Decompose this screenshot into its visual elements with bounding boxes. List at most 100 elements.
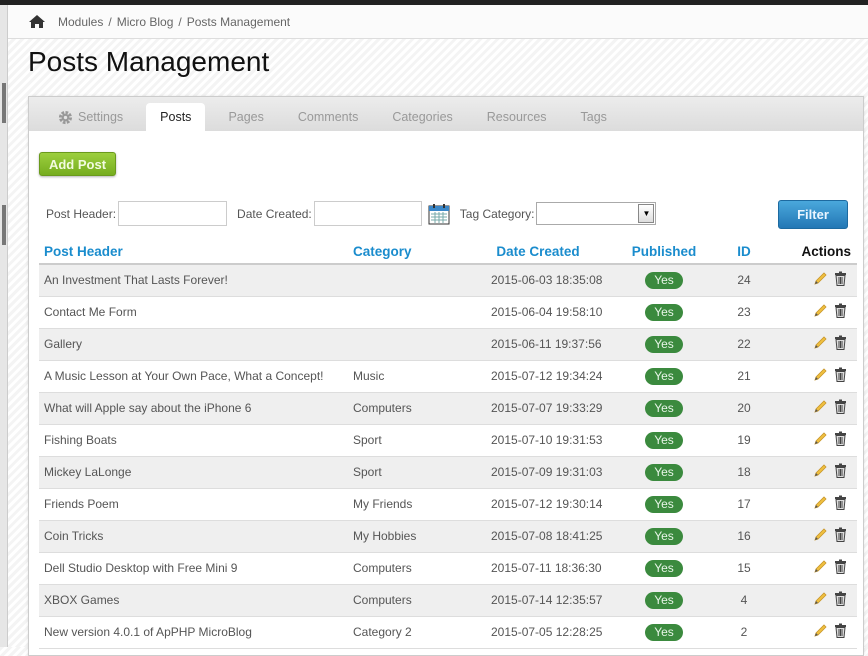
trash-icon[interactable] bbox=[834, 463, 847, 481]
published-badge[interactable]: Yes bbox=[645, 431, 683, 449]
column-header-date-created[interactable]: Date Created bbox=[463, 240, 613, 265]
calendar-icon[interactable] bbox=[428, 203, 450, 225]
edit-icon[interactable] bbox=[813, 431, 828, 449]
date-created-cell: 2015-07-09 19:31:03 bbox=[463, 456, 613, 489]
trash-icon[interactable] bbox=[834, 399, 847, 417]
home-icon[interactable] bbox=[28, 14, 46, 29]
id-cell: 23 bbox=[715, 296, 773, 329]
trash-icon[interactable] bbox=[834, 591, 847, 609]
tab-resources[interactable]: Resources bbox=[470, 103, 564, 131]
post-header-cell: Coin Tricks bbox=[39, 520, 353, 553]
breadcrumb-modules[interactable]: Modules bbox=[58, 15, 103, 29]
category-cell: My Friends bbox=[353, 488, 463, 521]
tag-category-select[interactable]: ▼ bbox=[536, 202, 657, 225]
column-header-id[interactable]: ID bbox=[715, 240, 773, 265]
edit-icon[interactable] bbox=[813, 591, 828, 609]
post-header-input[interactable] bbox=[118, 201, 228, 226]
trash-icon[interactable] bbox=[834, 559, 847, 577]
date-created-cell: 2015-07-08 18:41:25 bbox=[463, 520, 613, 553]
trash-icon[interactable] bbox=[834, 335, 847, 353]
tab-comments[interactable]: Comments bbox=[281, 103, 375, 131]
tab-categories[interactable]: Categories bbox=[375, 103, 469, 131]
edit-icon[interactable] bbox=[813, 367, 828, 385]
edit-icon[interactable] bbox=[813, 495, 828, 513]
id-cell: 2 bbox=[715, 616, 773, 649]
published-badge[interactable]: Yes bbox=[645, 559, 683, 577]
column-header-actions: Actions bbox=[773, 240, 857, 265]
posts-table: Post Header Category Date Created Publis… bbox=[39, 240, 857, 649]
trash-icon[interactable] bbox=[834, 431, 847, 449]
add-post-button[interactable]: Add Post bbox=[39, 152, 116, 176]
published-cell: Yes bbox=[613, 264, 715, 297]
id-cell: 24 bbox=[715, 264, 773, 297]
edit-icon[interactable] bbox=[813, 527, 828, 545]
breadcrumb: Modules / Micro Blog / Posts Management bbox=[8, 5, 868, 39]
published-badge[interactable]: Yes bbox=[645, 495, 683, 513]
actions-cell bbox=[773, 296, 857, 329]
published-cell: Yes bbox=[613, 392, 715, 425]
breadcrumb-micro-blog[interactable]: Micro Blog bbox=[117, 15, 174, 29]
column-header-post-header[interactable]: Post Header bbox=[39, 240, 353, 265]
table-row: Friends Poem My Friends 2015-07-12 19:30… bbox=[39, 488, 857, 521]
trash-icon[interactable] bbox=[834, 495, 847, 513]
tab-pages[interactable]: Pages bbox=[211, 103, 280, 131]
edit-icon[interactable] bbox=[813, 463, 828, 481]
main-panel: Settings Posts Pages Comments Categories… bbox=[28, 96, 864, 656]
published-badge[interactable]: Yes bbox=[645, 527, 683, 545]
post-header-cell: A Music Lesson at Your Own Pace, What a … bbox=[39, 360, 353, 393]
category-cell: Sport bbox=[353, 456, 463, 489]
edit-icon[interactable] bbox=[813, 623, 828, 641]
category-cell bbox=[353, 296, 463, 329]
table-row: Mickey LaLonge Sport 2015-07-09 19:31:03… bbox=[39, 456, 857, 489]
table-row: Dell Studio Desktop with Free Mini 9 Com… bbox=[39, 552, 857, 585]
published-cell: Yes bbox=[613, 584, 715, 617]
published-cell: Yes bbox=[613, 520, 715, 553]
published-badge[interactable]: Yes bbox=[645, 335, 683, 353]
actions-cell bbox=[773, 520, 857, 553]
trash-icon[interactable] bbox=[834, 623, 847, 641]
edit-icon[interactable] bbox=[813, 303, 828, 321]
actions-cell bbox=[773, 424, 857, 457]
tab-posts[interactable]: Posts bbox=[146, 103, 206, 131]
published-badge[interactable]: Yes bbox=[645, 463, 683, 481]
published-cell: Yes bbox=[613, 552, 715, 585]
date-created-cell: 2015-07-05 12:28:25 bbox=[463, 616, 613, 649]
trash-icon[interactable] bbox=[834, 367, 847, 385]
post-header-label: Post Header: bbox=[46, 206, 117, 221]
edit-icon[interactable] bbox=[813, 271, 828, 289]
actions-cell bbox=[773, 360, 857, 393]
date-created-input[interactable] bbox=[313, 201, 422, 226]
edit-icon[interactable] bbox=[813, 399, 828, 417]
published-cell: Yes bbox=[613, 456, 715, 489]
actions-cell bbox=[773, 392, 857, 425]
table-row: Fishing Boats Sport 2015-07-10 19:31:53 … bbox=[39, 424, 857, 457]
tab-tags[interactable]: Tags bbox=[564, 103, 624, 131]
trash-icon[interactable] bbox=[834, 303, 847, 321]
column-header-published[interactable]: Published bbox=[613, 240, 715, 265]
edit-icon[interactable] bbox=[813, 559, 828, 577]
filter-button[interactable]: Filter bbox=[778, 200, 848, 229]
published-badge[interactable]: Yes bbox=[645, 623, 683, 641]
trash-icon[interactable] bbox=[834, 271, 847, 289]
filter-row: Post Header: Date Created: Tag Category:… bbox=[46, 201, 657, 226]
chevron-down-icon[interactable]: ▼ bbox=[638, 204, 655, 223]
published-badge[interactable]: Yes bbox=[645, 591, 683, 609]
category-cell: Computers bbox=[353, 552, 463, 585]
date-created-cell: 2015-06-04 19:58:10 bbox=[463, 296, 613, 329]
id-cell: 17 bbox=[715, 488, 773, 521]
published-badge[interactable]: Yes bbox=[645, 399, 683, 417]
column-header-category[interactable]: Category bbox=[353, 240, 463, 265]
published-badge[interactable]: Yes bbox=[645, 271, 683, 289]
published-badge[interactable]: Yes bbox=[645, 367, 683, 385]
post-header-cell: Fishing Boats bbox=[39, 424, 353, 457]
table-row: What will Apple say about the iPhone 6 C… bbox=[39, 392, 857, 425]
date-created-cell: 2015-07-11 18:36:30 bbox=[463, 552, 613, 585]
published-badge[interactable]: Yes bbox=[645, 303, 683, 321]
tab-settings[interactable]: Settings bbox=[41, 103, 140, 131]
edit-icon[interactable] bbox=[813, 335, 828, 353]
post-header-cell: New version 4.0.1 of ApPHP MicroBlog bbox=[39, 616, 353, 649]
category-cell: Category 2 bbox=[353, 616, 463, 649]
trash-icon[interactable] bbox=[834, 527, 847, 545]
date-created-cell: 2015-07-12 19:34:24 bbox=[463, 360, 613, 393]
post-header-cell: What will Apple say about the iPhone 6 bbox=[39, 392, 353, 425]
